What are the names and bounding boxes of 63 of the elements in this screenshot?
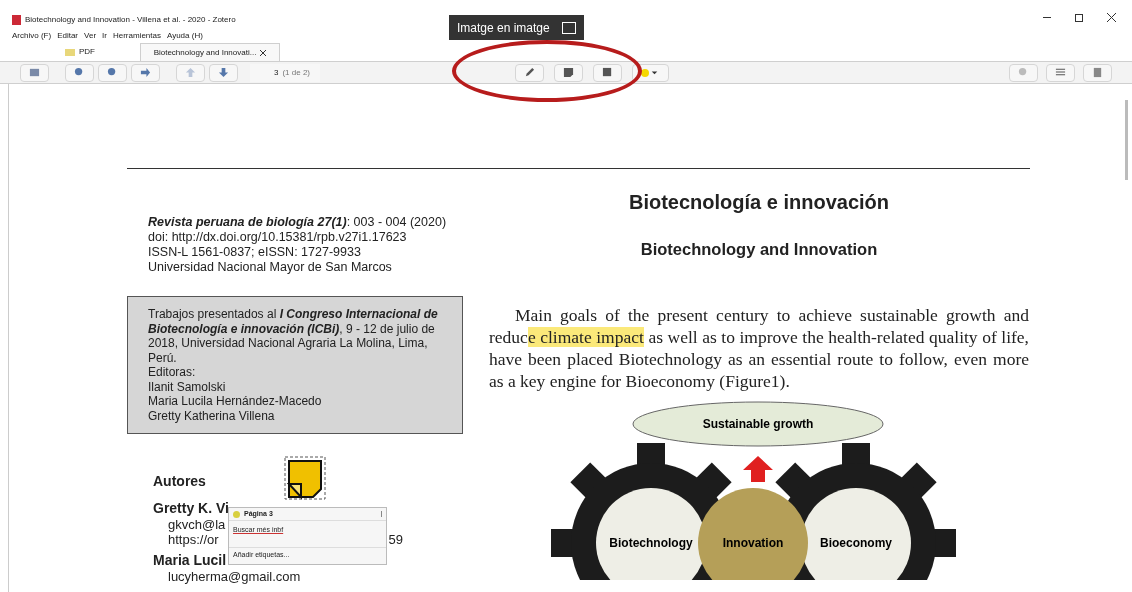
maximize-icon[interactable] (1075, 13, 1083, 22)
gear-label: Innovation (722, 535, 784, 550)
author-name: Maria Lucil (153, 551, 227, 569)
tab[interactable]: PDF (20, 43, 140, 61)
author-detail: https://or (168, 532, 219, 547)
page-count: (1 de 2) (282, 66, 311, 79)
paragraph: Main goals of the present century to achieve sustainable growth and reduce climate impact as well as to improve the health-related quality of life, have been placed Biotechnology as an essential route to follow, even more as a key engine for Bioeconomy (Figure1). (489, 303, 1029, 392)
editor-name: Ilanit Samolski (148, 379, 227, 394)
note-button[interactable] (554, 63, 583, 82)
gear-label: Bioeconomy (820, 535, 892, 550)
fit-button[interactable] (131, 63, 160, 82)
note-icon (563, 67, 574, 78)
journal-info: ISSN-L 1561-0837; eISSN: 1727-9933 (147, 245, 362, 260)
arrow-up-icon (185, 67, 196, 78)
author-detail: 59 (388, 532, 403, 547)
goal-label: Sustainable growth (702, 416, 814, 431)
close-icon[interactable] (1107, 13, 1116, 22)
article-subtitle: Biotechnology and Innovation (640, 239, 878, 260)
app-logo-icon (12, 15, 21, 25)
sidebar-button[interactable] (1083, 63, 1112, 82)
editors-label: Editoras: (148, 365, 197, 380)
author-name: Gretty K. Vi (153, 499, 229, 517)
arrow-down-icon (218, 67, 229, 78)
congress-text: Trabajos presentados al I Congreso Internacional de Biotecnología e innovación (ICBi), 9 - 12 de julio de 2018, Universidad Nacional Agraria La Molina, Lima, Perú. (148, 307, 439, 365)
author-detail: gkvch@la (168, 517, 226, 532)
menu-item[interactable]: Ver (84, 30, 97, 42)
journal-info: doi: http://dx.doi.org/10.15381/rpb.v27i1.17623 (147, 230, 408, 245)
sidebar-icon (29, 67, 40, 78)
menu-item[interactable]: Ir (102, 30, 107, 42)
author-detail: lucyherma@gmail.com (168, 569, 301, 584)
area-button[interactable] (593, 63, 622, 82)
close-icon[interactable] (260, 49, 267, 56)
area-select-icon (602, 67, 613, 78)
gear-label: Biotechnology (609, 535, 693, 550)
tab[interactable]: Biotechnology and Innovati... (140, 43, 280, 61)
color-picker-button[interactable] (632, 63, 669, 82)
authors-heading: Autores (152, 474, 207, 489)
sidebar-toggle-button[interactable] (20, 63, 49, 82)
tooltip: Imatge en imatge (449, 15, 584, 40)
zoom-in-button[interactable] (98, 63, 127, 82)
outline-button[interactable] (1046, 63, 1075, 82)
menu-item[interactable]: Herramientas (112, 30, 161, 42)
list-icon (1055, 67, 1066, 78)
arrow-up-icon (743, 455, 773, 482)
zoom-out-button[interactable] (65, 63, 94, 82)
arrow-right-icon (140, 67, 151, 78)
panel-icon (1092, 67, 1103, 78)
menu-item[interactable]: Archivo (F) (12, 30, 52, 42)
menu-item[interactable]: Editar (57, 30, 79, 42)
editor-name: Maria Lucila Hernández-Macedo (148, 394, 323, 409)
menu-item[interactable]: Ayuda (H) (166, 30, 203, 42)
picture-in-picture-icon (561, 21, 576, 34)
page-field[interactable]: 3 (1 de 2) (250, 63, 320, 82)
article-title: Biotecnología e innovación (629, 190, 889, 215)
journal-info: Universidad Nacional Mayor de San Marcos (147, 260, 393, 275)
pen-icon (524, 67, 535, 78)
sticky-note-icon[interactable] (284, 456, 326, 500)
highlight-button[interactable] (515, 63, 544, 82)
journal-info: Revista peruana de biología 27(1): 003 - 004 (2020) (147, 215, 448, 230)
editor-name: Gretty Katherina Villena (148, 408, 276, 423)
window-title: Biotechnology and Innovation - Villena et al. - 2020 - Zotero (25, 14, 236, 26)
next-page-button[interactable] (209, 63, 238, 82)
folder-icon (65, 48, 75, 56)
